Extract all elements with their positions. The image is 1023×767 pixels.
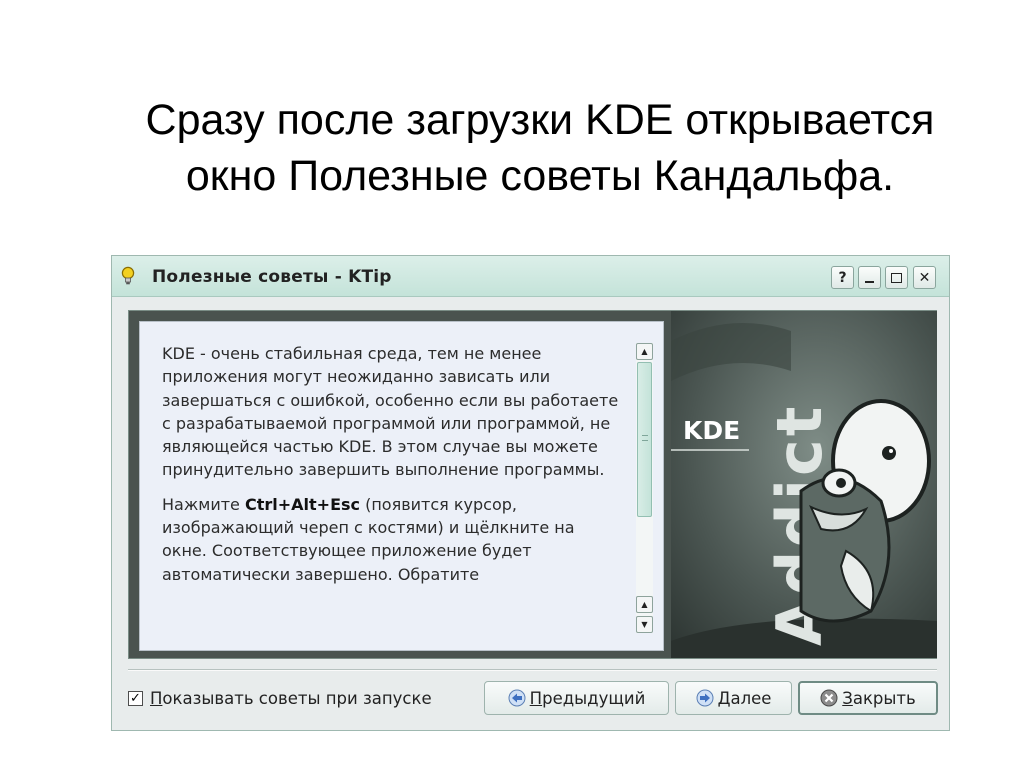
footer-separator	[128, 669, 937, 671]
scrollbar-thumb[interactable]	[637, 362, 652, 517]
tip-scrollbar[interactable]: ▲ ▲ ▼	[636, 343, 653, 633]
scroll-up-button[interactable]: ▲	[636, 343, 653, 360]
tip-text: KDE - очень стабильная среда, тем не мен…	[162, 342, 622, 637]
show-tips-option[interactable]: ✓ Показывать советы при запуске	[128, 687, 432, 709]
window-close-button[interactable]: ✕	[913, 266, 936, 289]
minimize-button[interactable]	[858, 266, 881, 289]
close-mnemonic: З	[842, 688, 853, 708]
scroll-down-button[interactable]: ▼	[636, 616, 653, 633]
maximize-icon	[891, 272, 902, 283]
cancel-icon	[820, 689, 838, 707]
help-button[interactable]: ?	[831, 266, 854, 289]
previous-mnemonic: П	[529, 688, 543, 708]
show-tips-checkbox[interactable]: ✓	[128, 690, 143, 706]
minimize-icon	[865, 280, 874, 283]
previous-button-label: Предыдущий	[530, 689, 646, 708]
show-tips-mnemonic: П	[150, 688, 163, 708]
show-tips-label: Показывать советы при запуске	[150, 689, 432, 708]
previous-label-rest: редыдущий	[542, 688, 646, 708]
kde-addict-artwork: KDE Addict	[671, 311, 937, 658]
grip-icon	[642, 435, 648, 441]
close-label-rest: акрыть	[852, 688, 916, 708]
tip-content-area: KDE - очень стабильная среда, тем не мен…	[128, 310, 937, 659]
slide-title-line-1: Сразу после загрузки KDE открывается	[145, 96, 935, 144]
tip-shortcut-keys: Ctrl+Alt+Esc	[244, 494, 360, 514]
next-button[interactable]: Далее	[675, 681, 792, 715]
slide-title-line-2: окно Полезные советы Кандальфа.	[185, 152, 895, 200]
tip-paragraph-2-start: Нажмите	[162, 494, 245, 514]
arrow-right-icon	[696, 689, 714, 707]
arrow-left-icon	[508, 689, 526, 707]
next-label-rest: алее	[730, 688, 772, 708]
show-tips-label-rest: оказывать советы при запуске	[162, 688, 432, 708]
maximize-button[interactable]	[885, 266, 908, 289]
artwork-kde-label: KDE	[683, 416, 740, 445]
lightbulb-icon	[121, 266, 135, 285]
close-button[interactable]: Закрыть	[798, 681, 938, 715]
tip-panel: KDE - очень стабильная среда, тем не мен…	[139, 321, 664, 651]
scroll-up-button-lower[interactable]: ▲	[636, 596, 653, 613]
tip-paragraph-2: Нажмите Ctrl+Alt+Esc (появится курсор, и…	[162, 493, 622, 586]
window-titlebar[interactable]: Полезные советы - KTip ? ✕	[112, 256, 949, 297]
tip-paragraph-1: KDE - очень стабильная среда, тем не мен…	[162, 344, 619, 480]
next-mnemonic: Д	[717, 688, 731, 708]
previous-button[interactable]: Предыдущий	[484, 681, 669, 715]
close-button-label: Закрыть	[842, 689, 916, 708]
ktip-window: Полезные советы - KTip ? ✕ KDE - очень с…	[111, 255, 950, 731]
slide-title: Сразу после загрузки KDE открывается окн…	[60, 92, 1020, 204]
next-button-label: Далее	[718, 689, 772, 708]
window-title: Полезные советы - KTip	[152, 267, 392, 287]
